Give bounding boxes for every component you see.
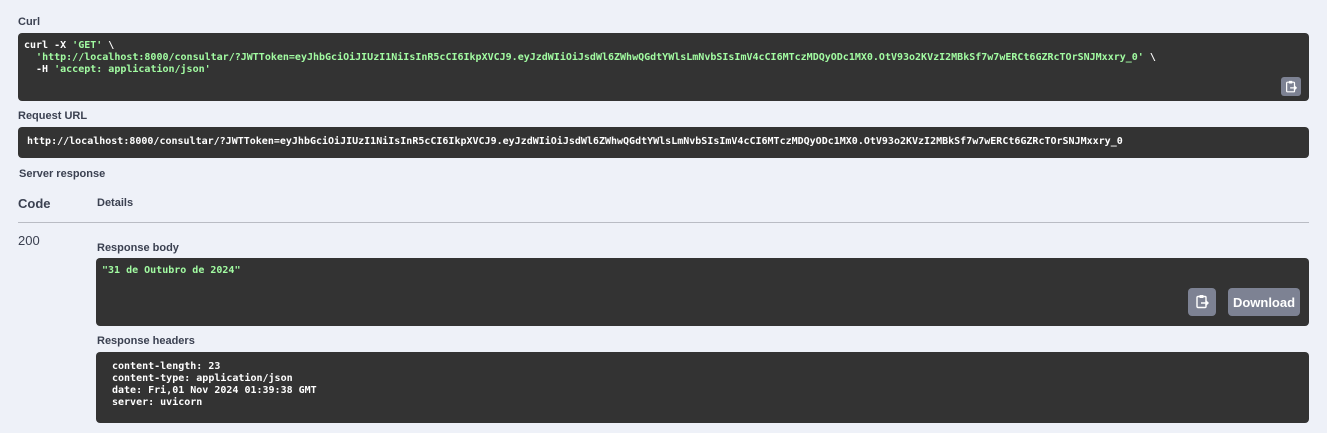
- request-url-block[interactable]: http://localhost:8000/consultar/?JWTToke…: [18, 127, 1309, 158]
- response-body-label: Response body: [97, 242, 179, 254]
- details-column-header: Details: [97, 197, 134, 209]
- clipboard-icon: [1286, 80, 1298, 92]
- curl-line-2: 'http://localhost:8000/consultar/?JWTTok…: [36, 52, 1156, 63]
- response-headers-label: Response headers: [97, 335, 195, 347]
- request-url-label: Request URL: [18, 110, 88, 122]
- copy-curl-button[interactable]: [1281, 77, 1301, 96]
- curl-command-block[interactable]: curl -X 'GET' \ 'http://localhost:8000/c…: [18, 33, 1309, 101]
- server-response-label: Server response: [19, 168, 106, 180]
- response-status-code: 200: [18, 233, 40, 248]
- curl-label: Curl: [18, 16, 40, 28]
- header-line: date: Fri,01 Nov 2024 01:39:38 GMT: [112, 385, 317, 396]
- download-button[interactable]: Download: [1228, 288, 1300, 316]
- response-body-block[interactable]: "31 de Outubro de 2024": [96, 258, 1309, 326]
- header-line: content-length: 23: [112, 361, 221, 372]
- table-divider: [18, 222, 1309, 223]
- response-body-value: "31 de Outubro de 2024": [102, 265, 241, 276]
- header-line: content-type: application/json: [112, 373, 293, 384]
- code-column-header: Code: [18, 196, 51, 211]
- clipboard-icon: [1196, 295, 1209, 309]
- response-headers-block[interactable]: content-length: 23 content-type: applicat…: [96, 352, 1309, 423]
- copy-response-body-button[interactable]: [1188, 288, 1216, 316]
- curl-line-1: curl -X 'GET' \: [24, 40, 115, 51]
- curl-line-3: -H 'accept: application/json': [24, 64, 211, 75]
- header-line: server: uvicorn: [112, 397, 203, 408]
- request-url-value: http://localhost:8000/consultar/?JWTToke…: [27, 136, 1123, 147]
